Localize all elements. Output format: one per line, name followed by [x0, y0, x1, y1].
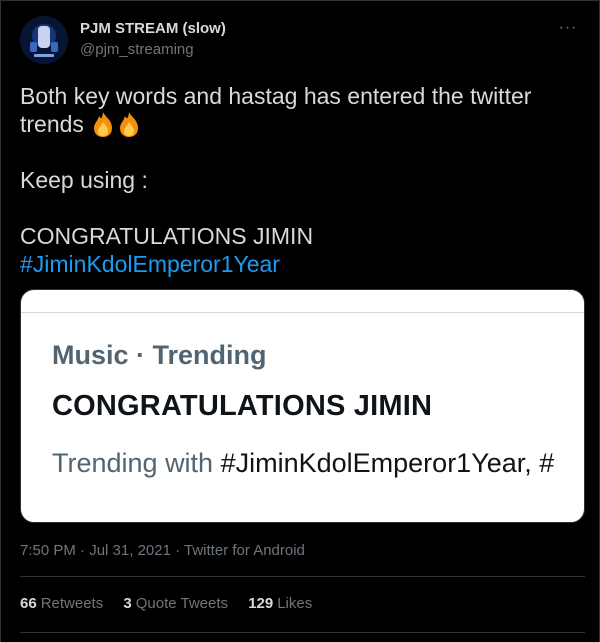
fire-emoji-icon: [94, 112, 113, 137]
divider: [20, 632, 585, 633]
card-trend-context: Music · Trending: [52, 340, 267, 370]
tweet-text-line: Keep using :: [20, 166, 580, 194]
tweet-date[interactable]: Jul 31, 2021: [89, 542, 171, 559]
quote-tweets-label: Quote Tweets: [135, 595, 229, 612]
tweet-text-line: #JiminKdolEmperor1Year: [20, 250, 580, 278]
tweet-time[interactable]: 7:50 PM: [20, 542, 76, 559]
tweet-text-line: Both key words and hastag has entered th…: [20, 82, 580, 110]
tweet-text: Both key words and hastag has entered th…: [20, 82, 580, 278]
tweet-header: PJM STREAM (slow) @pjm_streaming ···: [20, 16, 580, 64]
tweet-text-line: trends: [20, 110, 580, 138]
meta-separator: ·: [170, 542, 185, 559]
tweet-text-line4: CONGRATULATIONS JIMIN: [20, 223, 314, 249]
tweet-text-line1: Both key words and hastag has entered th…: [20, 83, 532, 109]
tweet-text-line2: trends: [20, 111, 84, 137]
fire-emoji-icon: [120, 112, 139, 137]
author-display-name[interactable]: PJM STREAM (slow): [80, 20, 226, 37]
card-trending-prefix: Trending with: [52, 448, 221, 478]
author-handle[interactable]: @pjm_streaming: [80, 41, 194, 58]
quote-tweets-count: 3: [123, 595, 132, 612]
retweets-label: Retweets: [40, 595, 104, 612]
likes-label: Likes: [277, 595, 313, 612]
tweet-source[interactable]: Twitter for Android: [184, 542, 305, 559]
card-trend-title: CONGRATULATIONS JIMIN: [52, 390, 433, 422]
card-divider: [21, 312, 584, 313]
hashtag-link[interactable]: #JiminKdolEmperor1Year: [20, 251, 280, 277]
retweets-count: 66: [20, 595, 37, 612]
tweet-meta: 7:50 PM · Jul 31, 2021 · Twitter for And…: [20, 542, 305, 559]
meta-separator: ·: [75, 542, 90, 559]
quote-tweets-stat[interactable]: 3 Quote Tweets: [123, 595, 228, 612]
more-options-icon[interactable]: ···: [558, 20, 578, 36]
retweets-stat[interactable]: 66 Retweets: [20, 595, 103, 612]
frame-border-left: [0, 0, 1, 642]
tweet-stats: 66 Retweets 3 Quote Tweets 129 Likes: [20, 595, 328, 612]
card-trending-with: Trending with #JiminKdolEmperor1Year, #: [52, 448, 554, 479]
avatar[interactable]: [20, 16, 68, 64]
likes-stat[interactable]: 129 Likes: [248, 595, 312, 612]
tweet-text-line3: Keep using :: [20, 167, 148, 193]
likes-count: 129: [248, 595, 274, 612]
frame-border-top: [0, 0, 600, 1]
avatar-image: [20, 16, 68, 64]
card-trending-tag: #JiminKdolEmperor1Year, #: [220, 448, 555, 478]
media-card-image[interactable]: Music · Trending CONGRATULATIONS JIMIN T…: [20, 289, 585, 523]
divider: [20, 576, 585, 577]
tweet-text-line: CONGRATULATIONS JIMIN: [20, 222, 580, 250]
